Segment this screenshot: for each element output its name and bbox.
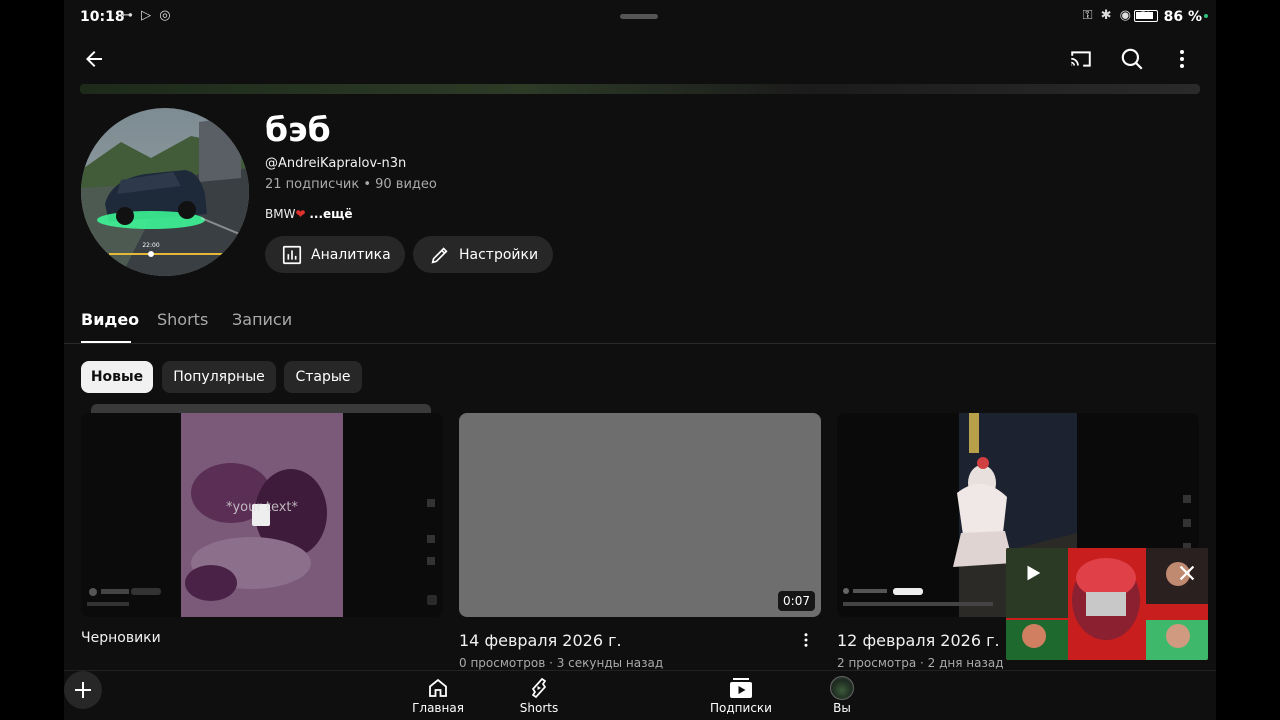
- channel-stats: 21 подписчик • 90 видео: [265, 177, 437, 192]
- channel-tabs: Видео Shorts Записи: [64, 300, 1216, 344]
- youtube-channel-screen: 10:18 ⊶ ▷ ◎ ⚿ ✱ ◉ ≋ 86 % 22:00 бэб @Andr…: [64, 0, 1216, 720]
- description-text: BMW: [265, 207, 296, 221]
- plus-icon: [75, 682, 91, 698]
- cast-icon: [1071, 51, 1091, 67]
- analytics-icon: [282, 245, 302, 264]
- drafts-thumbnail-image: *your text*: [81, 413, 443, 617]
- arrow-left-icon: [86, 51, 102, 67]
- active-tab-indicator: [81, 341, 131, 343]
- video-thumbnail[interactable]: 0:07: [459, 413, 821, 617]
- miniplayer-close-button[interactable]: [1176, 562, 1198, 588]
- heart-icon: ❤: [295, 207, 306, 221]
- filter-chip-popular[interactable]: Популярные: [162, 361, 276, 393]
- nav-shorts[interactable]: Shorts: [499, 675, 579, 715]
- more-options-button[interactable]: [1162, 39, 1202, 79]
- battery-level: 86 %: [1163, 9, 1202, 25]
- video-title[interactable]: 12 февраля 2026 г.: [837, 631, 1000, 650]
- filter-chip-old[interactable]: Старые: [284, 361, 362, 393]
- search-button[interactable]: [1112, 39, 1152, 79]
- more-vertical-icon: [804, 633, 808, 647]
- back-button[interactable]: [74, 39, 114, 79]
- top-app-bar: [64, 36, 1216, 82]
- video-meta: 0 просмотров · 3 секунды назад: [459, 656, 664, 670]
- video-title[interactable]: 14 февраля 2026 г.: [459, 631, 622, 650]
- channel-handle: @AndreiKapralov-n3n: [265, 156, 407, 171]
- settings-label: Настройки: [459, 246, 539, 263]
- create-button[interactable]: [64, 671, 102, 709]
- shorts-icon: [531, 677, 547, 699]
- channel-name: бэб: [265, 110, 331, 149]
- privacy-indicator: [1204, 14, 1208, 18]
- nav-home-label: Главная: [412, 701, 464, 715]
- drafts-title: Черновики: [81, 630, 161, 646]
- tab-video[interactable]: Видео: [81, 310, 139, 329]
- avatar-image: 22:00: [81, 108, 249, 276]
- nav-home[interactable]: Главная: [398, 675, 478, 715]
- close-icon: [1179, 565, 1195, 581]
- video-card-drafts[interactable]: *your text* Черновики: [81, 413, 443, 646]
- channel-avatar[interactable]: 22:00: [81, 108, 249, 276]
- nav-subscriptions-label: Подписки: [710, 701, 772, 715]
- status-time: 10:18: [80, 9, 125, 25]
- avatar-time-label: 22:00: [142, 242, 159, 249]
- home-icon: [429, 678, 447, 697]
- bottom-navigation: Главная Shorts Подписки Вы: [64, 670, 1216, 720]
- battery-icon: [1134, 10, 1158, 22]
- channel-description[interactable]: BMW❤ ...ещё: [265, 207, 353, 221]
- nav-subscriptions[interactable]: Подписки: [701, 675, 781, 715]
- description-more-link[interactable]: ...ещё: [309, 207, 352, 221]
- nav-shorts-label: Shorts: [519, 701, 559, 715]
- miniplayer-play-button[interactable]: [1022, 562, 1044, 588]
- status-bar: 10:18 ⊶ ▷ ◎ ⚿ ✱ ◉ ≋ 86 %: [64, 0, 1216, 34]
- miniplayer[interactable]: [1006, 548, 1208, 660]
- drafts-thumbnail[interactable]: *your text*: [81, 413, 443, 617]
- analytics-button[interactable]: Аналитика: [265, 236, 405, 273]
- subscriptions-icon: [730, 678, 752, 698]
- video-duration: 0:07: [778, 591, 815, 611]
- tab-posts[interactable]: Записи: [232, 310, 292, 329]
- video-more-button[interactable]: [797, 631, 815, 653]
- avatar: [830, 676, 854, 700]
- search-icon: [1121, 48, 1143, 70]
- play-icon: [1027, 565, 1041, 581]
- video-meta: 2 просмотра · 2 дня назад: [837, 656, 1004, 670]
- pencil-icon: [431, 246, 448, 263]
- settings-button[interactable]: Настройки: [413, 236, 553, 273]
- more-vertical-icon: [1180, 50, 1184, 68]
- tab-shorts[interactable]: Shorts: [157, 310, 208, 329]
- nav-you-label: Вы: [833, 701, 851, 715]
- filter-chip-new[interactable]: Новые: [81, 361, 153, 393]
- drag-handle[interactable]: [620, 14, 658, 19]
- drafts-overlay-text: *your text*: [226, 500, 299, 515]
- channel-banner[interactable]: [80, 84, 1200, 94]
- video-card[interactable]: 0:07 14 февраля 2026 г. 0 просмотров · 3…: [459, 413, 821, 670]
- analytics-label: Аналитика: [311, 246, 391, 263]
- cast-button[interactable]: [1061, 39, 1101, 79]
- notification-icons: ⊶ ▷ ◎: [120, 8, 173, 23]
- nav-you[interactable]: Вы: [802, 675, 882, 715]
